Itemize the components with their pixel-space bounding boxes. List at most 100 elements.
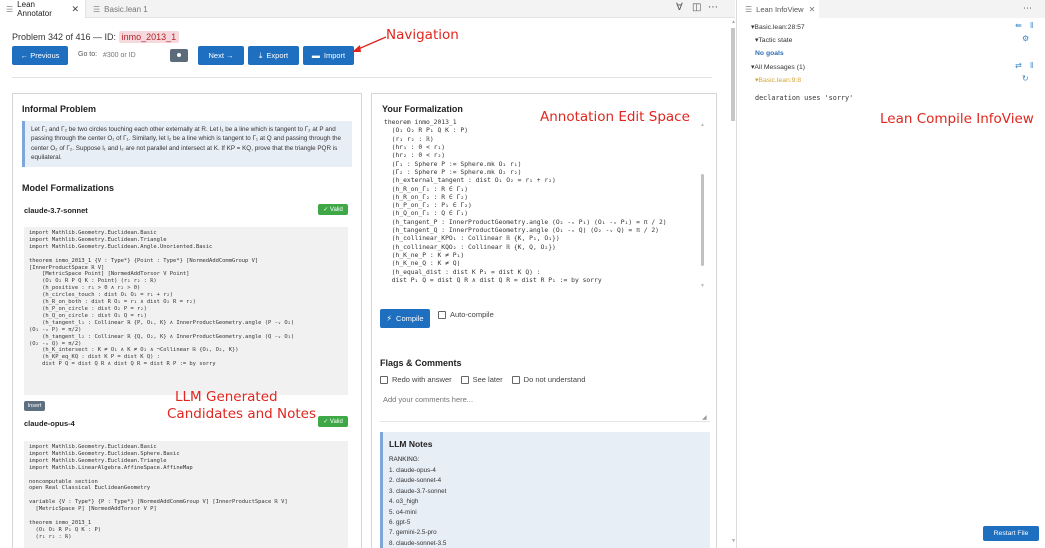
folder-icon: ▬: [311, 51, 320, 60]
wand-icon: ⚡: [386, 314, 393, 323]
autocompile-option[interactable]: Auto-compile: [438, 310, 494, 319]
message-location[interactable]: ▾Basic.lean:9:8: [755, 76, 801, 84]
code-line[interactable]: (h_Q_on_Γ₁ : Q ∈ Γ₁): [384, 210, 707, 218]
autocompile-checkbox[interactable]: [438, 310, 446, 319]
ranking-item: 5. o4-mini: [389, 508, 417, 516]
ranking-item: 4. o3_high: [389, 498, 419, 506]
editor-scroll-thumb[interactable]: [701, 174, 704, 266]
code-line[interactable]: (h_collinear_KQO₂ : Collinear ℝ {K, Q, O…: [384, 244, 707, 252]
code-line[interactable]: (hr₁ : 0 < r₁): [384, 144, 707, 152]
flag-checkbox[interactable]: [460, 375, 469, 384]
code-line[interactable]: (O₁ O₂ R P₁ Q K : P): [384, 127, 707, 135]
pause-icon[interactable]: ǁ: [1030, 61, 1033, 70]
flag-label: Redo with answer: [392, 375, 452, 384]
flag-do-not-understand[interactable]: Do not understand: [511, 375, 586, 384]
scroll-up-icon[interactable]: ▲: [700, 122, 705, 128]
pause-icon[interactable]: ǁ: [1030, 21, 1033, 30]
ranking-item: 8. claude-sonnet-3.5: [389, 539, 447, 547]
goto-label: Go to:: [78, 51, 98, 58]
formalization-editor[interactable]: theorem inmo_2013_1 (O₁ O₂ R P₁ Q K : P)…: [381, 119, 707, 299]
code-line[interactable]: (h_P_on_Γ₂ : P₁ ∈ Γ₂): [384, 202, 707, 210]
flag-see-later[interactable]: See later: [460, 375, 503, 384]
code-line[interactable]: (h_tangent_Q : InnerProductGeometry.angl…: [384, 227, 707, 235]
close-icon[interactable]: ✕: [809, 5, 816, 14]
ranking-list: 1. claude-opus-4 2. claude-sonnet-4 3. cla…: [389, 466, 704, 548]
code-line[interactable]: (h_K_ne_P : K ≠ P₁): [384, 252, 707, 260]
goto-input[interactable]: [103, 46, 165, 65]
ranking-item: 6. gpt-5: [389, 519, 411, 527]
code-line[interactable]: (h_collinear_KPO₁ : Collinear ℝ {K, P₁, …: [384, 235, 707, 243]
formalization-code[interactable]: theorem inmo_2013_1 (O₁ O₂ R P₁ Q K : P)…: [381, 119, 707, 285]
compile-button[interactable]: ⚡ Compile: [380, 309, 430, 328]
ranking-label: RANKING:: [389, 456, 420, 463]
resize-grip-icon[interactable]: ◢: [702, 414, 707, 421]
tab-basic-lean[interactable]: ☰ Basic.lean 1: [87, 0, 159, 18]
annotation-edit-space: Annotation Edit Space: [540, 109, 690, 125]
code-line[interactable]: (h_equal_dist : dist K P₁ = dist K Q) :: [384, 269, 707, 277]
your-formalization-title: Your Formalization: [382, 104, 463, 114]
refresh-icon[interactable]: ↻: [1022, 74, 1029, 83]
insert-button[interactable]: Insert: [24, 401, 45, 411]
valid-badge: ✓ Valid: [318, 204, 348, 215]
informal-problem-text: Let Γ₁ and Γ₂ be two circles touching ea…: [22, 121, 352, 167]
go-button[interactable]: [170, 49, 188, 62]
more-actions-icon[interactable]: ⋯: [708, 2, 718, 16]
pin-icon[interactable]: ⇚: [1015, 21, 1022, 30]
infoview-location[interactable]: ▾Basic.lean:28:57: [751, 23, 805, 31]
code-line[interactable]: (h_external_tangent : dist O₁ O₂ = r₁ + …: [384, 177, 707, 185]
scroll-down-icon[interactable]: ▼: [700, 283, 705, 289]
model-formalizations-title: Model Formalizations: [22, 183, 115, 193]
go-icon: [177, 53, 181, 57]
flag-checkbox[interactable]: [511, 375, 520, 384]
all-messages-toggle[interactable]: ▾All Messages (1): [751, 63, 805, 71]
tab-lean-annotator[interactable]: ☰ Lean Annotator ✕: [0, 0, 86, 18]
annotation-llm-line1: LLM Generated: [175, 389, 278, 405]
code-line[interactable]: (h_K_ne_Q : K ≠ Q): [384, 260, 707, 268]
lean-forall-icon[interactable]: ∀: [676, 2, 683, 16]
gear-icon[interactable]: ⚙: [1022, 34, 1029, 43]
code-line[interactable]: (h_R_on_Γ₂ : R ∈ Γ₂): [384, 194, 707, 202]
flag-checkbox[interactable]: [380, 375, 388, 384]
flags-options: Redo with answer See later Do not unders…: [380, 375, 594, 384]
informal-problem-title: Informal Problem: [22, 104, 97, 114]
import-button[interactable]: ▬ Import: [303, 46, 354, 65]
right-panel: Your Formalization theorem inmo_2013_1 (…: [371, 93, 717, 548]
code-line[interactable]: (Γ₂ : Sphere P := Sphere.mk O₂ r₂): [384, 169, 707, 177]
problem-header: Problem 342 of 416 — ID: inmo_2013_1: [12, 31, 180, 43]
llm-notes-panel: LLM Notes RANKING: 1. claude-opus-4 2. cl…: [380, 432, 710, 548]
more-actions-icon[interactable]: ⋯: [1023, 3, 1032, 14]
close-icon[interactable]: ✕: [71, 4, 79, 15]
main-scroll-thumb[interactable]: [731, 28, 735, 121]
next-button[interactable]: Next →: [198, 46, 244, 65]
editor-tab-bar: ☰ Lean Annotator ✕ ☰ Basic.lean 1 ∀ ◫ ⋯: [0, 0, 735, 18]
restart-file-button[interactable]: Restart File: [983, 526, 1039, 541]
code-line[interactable]: (r₁ r₂ : ℝ): [384, 136, 707, 144]
code-line[interactable]: (Γ₁ : Sphere P := Sphere.mk O₁ r₁): [384, 161, 707, 169]
problem-counter: Problem 342 of 416 — ID:: [12, 32, 117, 42]
flag-label: Do not understand: [523, 375, 586, 384]
export-button[interactable]: ⤓ Export: [248, 46, 299, 65]
code-line[interactable]: dist P₁ Q = dist Q R ∧ dist Q R = dist R…: [384, 277, 707, 285]
split-editor-icon[interactable]: ◫: [692, 2, 701, 16]
code-line[interactable]: (h_tangent_P : InnerProductGeometry.angl…: [384, 219, 707, 227]
valid-badge: ✓ Valid: [318, 416, 348, 427]
code-line[interactable]: (hr₂ : 0 < r₂): [384, 152, 707, 160]
tactic-state-toggle[interactable]: ▾Tactic state: [755, 36, 792, 44]
annotation-navigation: Navigation: [386, 27, 459, 43]
flag-redo-with-answer[interactable]: Redo with answer: [380, 375, 452, 384]
export-label: Export: [266, 51, 289, 60]
navigation-bar: ← Previous Go to: Next → ⤓ Export ▬ Impo…: [12, 46, 372, 65]
model-name: claude-3.7-sonnet: [24, 206, 88, 215]
tab-label: Lean InfoView: [756, 4, 804, 14]
lean-infoview: ☰ Lean InfoView ✕ ⋯ ▾Basic.lean:28:57 ⇚ …: [737, 0, 1045, 548]
code-line[interactable]: (h_R_on_Γ₁ : R ∈ Γ₁): [384, 186, 707, 194]
divider: [12, 77, 712, 78]
link-icon[interactable]: ⇄: [1015, 61, 1022, 70]
previous-button[interactable]: ← Previous: [12, 46, 68, 65]
import-label: Import: [323, 51, 346, 60]
annotation-llm-line2: Candidates and Notes: [167, 406, 317, 422]
comments-input[interactable]: [380, 389, 710, 422]
flag-label: See later: [472, 375, 503, 384]
tab-lean-infoview[interactable]: ☰ Lean InfoView ✕: [737, 0, 819, 18]
model-code-block: import Mathlib.Geometry.Euclidean.Basic …: [24, 441, 348, 548]
